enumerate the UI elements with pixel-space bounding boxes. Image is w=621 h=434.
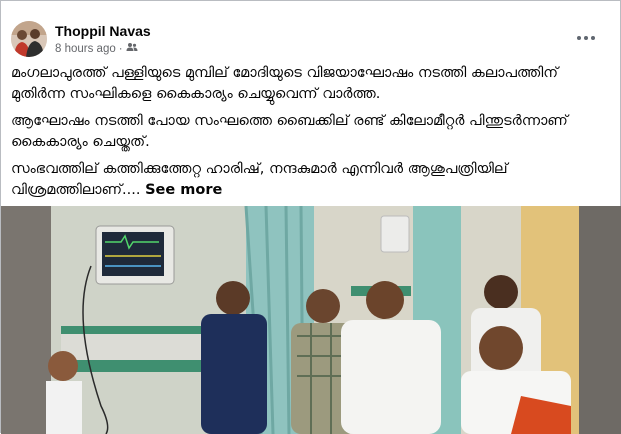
post-paragraph-2: ആഘോഷം നടത്തി പോയ സംഘത്തെ ബൈക്കില് രണ്ട് … xyxy=(11,113,568,150)
post-paragraph-1: മംഗലാപുരത്ത് പള്ളിയുടെ മുമ്പില് മോദിയുടെ… xyxy=(11,65,559,102)
author-name[interactable]: Thoppil Navas xyxy=(55,23,151,39)
facebook-post: Thoppil Navas 8 hours ago · മംഗലാപുരത്ത്… xyxy=(0,0,621,434)
author-avatar[interactable] xyxy=(11,21,47,57)
see-more-link[interactable]: See more xyxy=(145,182,222,198)
post-header: Thoppil Navas 8 hours ago · xyxy=(11,18,611,58)
avatar-image xyxy=(11,21,47,57)
post-meta: 8 hours ago · xyxy=(55,42,138,55)
more-options-icon[interactable] xyxy=(575,28,597,48)
post-time[interactable]: 8 hours ago xyxy=(55,43,116,55)
post-paragraph-3: സംഭവത്തില് കത്തിക്കുത്തേറ്റ ഹാരിഷ്, നന്ദ… xyxy=(11,159,611,201)
hospital-room-photo xyxy=(1,206,621,434)
post-paragraph-3-text: സംഭവത്തില് കത്തിക്കുത്തേറ്റ ഹാരിഷ്, നന്ദ… xyxy=(11,161,508,198)
meta-separator: · xyxy=(118,42,123,55)
post-body: മംഗലാപുരത്ത് പള്ളിയുടെ മുമ്പില് മോദിയുടെ… xyxy=(11,63,611,207)
post-photo[interactable] xyxy=(1,206,621,434)
friends-icon xyxy=(126,42,138,55)
